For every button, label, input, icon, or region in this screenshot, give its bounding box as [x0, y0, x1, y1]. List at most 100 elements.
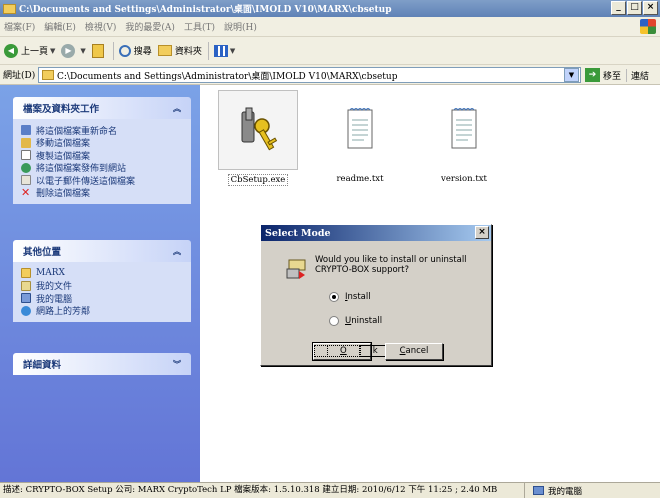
computer-icon — [533, 486, 544, 495]
cancel-button[interactable]: Cancel — [385, 343, 443, 360]
text-file-icon — [320, 90, 400, 170]
uninstall-label: Uninstall — [345, 316, 383, 326]
toolbar-divider — [207, 41, 209, 60]
up-folder-button[interactable] — [91, 43, 107, 58]
windows-logo-icon — [640, 19, 656, 34]
task-label: 移動這個檔案 — [36, 139, 91, 150]
other-places-title: 其他位置 — [23, 247, 62, 258]
task-label: 將這個檔案發佈到網站 — [36, 164, 127, 175]
file-item-cbsetup[interactable]: CbSetup.exe — [213, 90, 303, 186]
other-places-list: MARX 我的文件 我的電腦 網路上的芳鄰 — [13, 262, 191, 322]
file-tasks-header[interactable]: 檔案及資料夾工作 ︽ — [13, 97, 191, 119]
file-tasks-panel: 檔案及資料夾工作 ︽ 將這個檔案重新命名 移動這個檔案 複製這個檔案 將這個檔案… — [13, 97, 191, 204]
uninstall-option[interactable]: Uninstall — [329, 316, 382, 326]
folder-icon — [42, 70, 54, 80]
file-tasks-list: 將這個檔案重新命名 移動這個檔案 複製這個檔案 將這個檔案發佈到網站 以電子郵件… — [13, 119, 191, 204]
address-input[interactable]: C:\Documents and Settings\Administrator\… — [38, 67, 581, 83]
chevron-down-icon[interactable]: ▼ — [50, 47, 55, 55]
select-mode-dialog: Select Mode × Would you like to install … — [260, 224, 492, 366]
back-button[interactable]: ◀ 上一頁 ▼ — [4, 43, 55, 58]
file-name: CbSetup.exe — [227, 174, 289, 186]
task-move[interactable]: 移動這個檔案 — [21, 137, 185, 150]
minimize-button[interactable]: _ — [611, 1, 626, 15]
menu-view[interactable]: 檢視(V) — [85, 20, 117, 33]
task-label: 刪除這個檔案 — [36, 189, 91, 200]
place-my-computer[interactable]: 我的電腦 — [21, 292, 185, 305]
place-my-documents[interactable]: 我的文件 — [21, 280, 185, 293]
install-radio[interactable] — [329, 292, 339, 302]
menu-bar: 檔案(F) 編輯(E) 檢視(V) 我的最愛(A) 工具(T) 說明(H) — [0, 17, 660, 37]
go-label: 移至 — [603, 71, 622, 82]
toolbar-divider — [112, 41, 114, 60]
expand-icon[interactable]: ︾ — [173, 359, 181, 370]
task-label: 以電子郵件傳送這個檔案 — [36, 176, 136, 187]
collapse-icon[interactable]: ︽ — [173, 246, 181, 257]
window-controls: _ □ × — [611, 1, 658, 15]
other-places-panel: 其他位置 ︽ MARX 我的文件 我的電腦 網路上的芳鄰 — [13, 240, 191, 322]
ok-button[interactable]: Ok — [312, 342, 404, 361]
zone-label: 我的電腦 — [548, 486, 583, 497]
folders-label: 資料夾 — [174, 47, 202, 57]
menu-file[interactable]: 檔案(F) — [4, 20, 35, 33]
task-rename[interactable]: 將這個檔案重新命名 — [21, 124, 185, 137]
task-copy[interactable]: 複製這個檔案 — [21, 149, 185, 162]
back-arrow-icon: ◀ — [4, 43, 18, 58]
copy-icon — [21, 150, 31, 161]
menu-tools[interactable]: 工具(T) — [184, 20, 215, 33]
address-bar: 網址(D) C:\Documents and Settings\Administ… — [0, 65, 660, 85]
documents-icon — [21, 280, 31, 291]
links-button[interactable]: 連結 — [626, 69, 649, 82]
maximize-button[interactable]: □ — [627, 1, 642, 15]
file-item-version[interactable]: version.txt — [419, 90, 509, 184]
computer-icon — [21, 293, 31, 304]
search-button[interactable]: 搜尋 — [118, 44, 152, 57]
dialog-titlebar[interactable]: Select Mode × — [261, 225, 491, 241]
install-label: Install — [345, 292, 371, 302]
uninstall-radio[interactable] — [329, 316, 339, 326]
status-zone: 我的電腦 — [525, 485, 582, 497]
folder-icon — [21, 268, 31, 279]
setup-keys-icon — [218, 90, 298, 170]
place-label: MARX — [36, 268, 65, 279]
close-button[interactable]: × — [643, 1, 658, 15]
task-delete[interactable]: ✕ 刪除這個檔案 — [21, 187, 185, 200]
up-folder-icon — [91, 43, 104, 58]
other-places-header[interactable]: 其他位置 ︽ — [13, 240, 191, 262]
task-pane: 檔案及資料夾工作 ︽ 將這個檔案重新命名 移動這個檔案 複製這個檔案 將這個檔案… — [0, 85, 200, 482]
cancel-label: Cancel — [399, 346, 429, 356]
address-label: 網址(D) — [3, 71, 36, 81]
globe-icon — [21, 162, 31, 173]
file-item-readme[interactable]: readme.txt — [315, 90, 405, 184]
chevron-down-icon: ▼ — [229, 46, 236, 55]
dialog-title: Select Mode — [265, 227, 331, 239]
install-option[interactable]: Install — [329, 292, 371, 302]
menu-favorites[interactable]: 我的最愛(A) — [125, 20, 175, 33]
place-label: 網路上的芳鄰 — [36, 307, 91, 318]
window-titlebar[interactable]: C:\Documents and Settings\Administrator\… — [0, 0, 660, 17]
collapse-icon[interactable]: ︽ — [173, 103, 181, 114]
task-publish[interactable]: 將這個檔案發佈到網站 — [21, 162, 185, 175]
task-email[interactable]: 以電子郵件傳送這個檔案 — [21, 174, 185, 187]
folders-button[interactable]: 資料夾 — [157, 44, 202, 57]
views-button[interactable]: ▼ — [213, 44, 236, 57]
menu-edit[interactable]: 編輯(E) — [44, 20, 76, 33]
details-header[interactable]: 詳細資料 ︾ — [13, 353, 191, 375]
place-label: 我的文件 — [36, 282, 73, 293]
window-title: C:\Documents and Settings\Administrator\… — [19, 5, 392, 15]
search-label: 搜尋 — [133, 47, 152, 57]
rename-icon — [21, 125, 31, 136]
menu-help[interactable]: 說明(H) — [224, 20, 257, 33]
forward-button[interactable]: ▶ ▼ — [61, 43, 86, 58]
delete-icon: ✕ — [21, 185, 31, 199]
forward-arrow-icon: ▶ — [61, 43, 76, 58]
place-marx[interactable]: MARX — [21, 267, 185, 280]
status-bar: 描述: CRYPTO-BOX Setup 公司: MARX CryptoTech… — [0, 482, 660, 498]
file-name: readme.txt — [336, 174, 384, 184]
chevron-down-icon[interactable]: ▼ — [80, 47, 85, 55]
address-dropdown-button[interactable]: ▼ — [564, 68, 579, 82]
go-button[interactable]: ➔ 移至 — [585, 68, 621, 82]
email-icon — [21, 175, 31, 186]
place-network[interactable]: 網路上的芳鄰 — [21, 305, 185, 318]
text-file-icon — [424, 90, 504, 170]
dialog-close-button[interactable]: × — [475, 226, 489, 239]
